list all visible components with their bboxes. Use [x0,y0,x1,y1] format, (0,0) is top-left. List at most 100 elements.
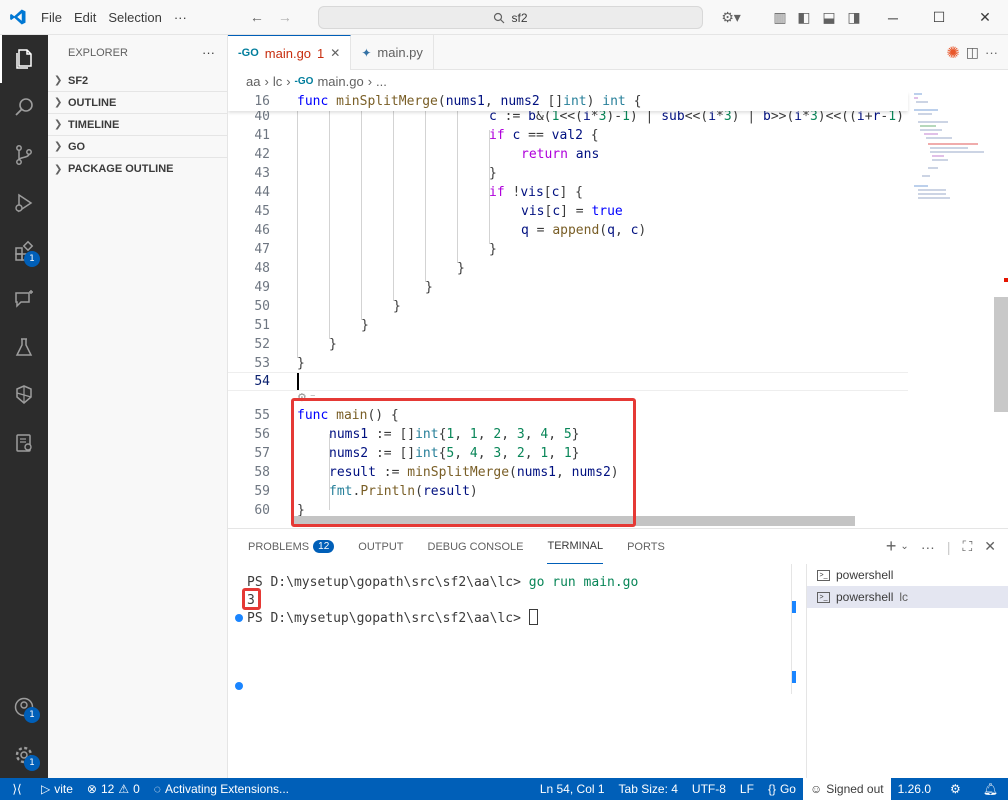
maximize-button[interactable]: ☐ [916,0,962,35]
minimap[interactable] [908,92,994,528]
section-go[interactable]: ❯ GO [48,136,227,158]
forward-arrow-icon[interactable]: → [271,0,299,35]
code-text: return ans [521,147,600,162]
tab-problems[interactable]: PROBLEMS 12 [248,529,335,564]
close-panel-icon[interactable]: ✕ [984,538,996,555]
containers-icon[interactable] [0,419,48,467]
search-icon[interactable] [0,83,48,131]
section-timeline[interactable]: ❯ TIMELINE [48,114,227,136]
breadcrumb-item[interactable]: lc [273,74,282,89]
sidebar-more-button[interactable]: ··· [202,45,215,60]
code-editor[interactable]: 16 func minSplitMerge(nums1, nums2 []int… [228,92,1008,528]
terminal-scrollbar[interactable] [791,564,796,694]
tab-main-go[interactable]: -GO main.go 1 ✕ [228,35,352,70]
chevron-right-icon: ❯ [54,163,63,175]
extensions-icon[interactable]: 1 [0,227,48,275]
toggle-primary-sidebar-icon[interactable]: ◧ [790,0,818,35]
tab-terminal[interactable]: TERMINAL [547,529,604,564]
remote-explorer-icon[interactable] [0,371,48,419]
status-problems[interactable]: ⊗ 12 ⚠ 0 [80,778,147,800]
code-line: 51} [228,316,908,335]
settings-gear-icon[interactable]: 1 [0,731,48,779]
status-go-version[interactable]: 1.26.0 [891,778,938,800]
copilot-icon[interactable]: ⚙▾ [714,0,748,35]
chevron-right-icon: ❯ [54,97,63,108]
split-editor-icon[interactable]: ◫ [966,44,979,61]
section-package-outline[interactable]: ❯ PACKAGE OUTLINE [48,158,227,180]
status-language[interactable]: {} Go [761,778,803,800]
terminal-name: powershell [836,590,894,604]
command-center-search[interactable]: sf2 [318,6,703,29]
remote-indicator-icon[interactable]: ⟩⟨ [0,778,34,800]
play-icon: ▷ [41,782,51,796]
terminal-icon: >_ [817,591,830,603]
code-text: } [393,299,401,314]
breadcrumb-item[interactable]: aa [246,74,260,89]
status-encoding[interactable]: UTF-8 [685,778,733,800]
annotation-highlight-box [242,588,261,610]
code-line: 50} [228,297,908,316]
chat-icon[interactable] [0,275,48,323]
line-number: 59 [254,484,270,499]
line-number: 52 [254,337,270,352]
go-file-icon: -GO [294,75,314,87]
code-line: 52} [228,335,908,354]
minimize-button[interactable]: ─ [870,0,916,35]
status-cursor-position[interactable]: Ln 54, Col 1 [533,778,612,800]
terminal-list-item[interactable]: >_ powershell lc [807,586,1008,608]
run-debug-icon[interactable] [0,179,48,227]
editor-vertical-scrollbar[interactable] [994,297,1008,412]
section-sf2[interactable]: ❯ SF2 [48,70,227,92]
menu-file[interactable]: File [35,0,68,35]
breadcrumb-item[interactable]: main.go [317,74,363,89]
code-line: 49} [228,278,908,297]
status-tab-size[interactable]: Tab Size: 4 [612,778,685,800]
maximize-panel-icon[interactable]: ⛶ [962,538,972,555]
tab-debug-console[interactable]: DEBUG CONSOLE [428,529,524,564]
copilot-sparkle-icon[interactable]: ✺ [946,43,959,63]
tab-label: main.py [377,45,423,60]
problems-count-badge: 12 [313,540,335,553]
tab-close-icon[interactable]: ✕ [330,46,340,60]
chevron-right-icon: ❯ [54,75,63,86]
error-icon: ⊗ [86,782,97,796]
menu-selection[interactable]: Selection [102,0,167,35]
status-account[interactable]: ☺ Signed out [802,778,891,800]
bottom-panel: PROBLEMS 12 OUTPUT DEBUG CONSOLE TERMINAL… [228,528,1008,779]
testing-flask-icon[interactable] [0,323,48,371]
terminal-output[interactable]: PS D:\mysetup\gopath\src\sf2\aa\lc> go r… [228,564,806,779]
explorer-icon[interactable] [0,35,48,83]
toggle-panel-icon[interactable]: ⬓ [815,0,843,35]
more-actions-icon[interactable]: ··· [921,539,935,555]
tab-main-py[interactable]: ✦ main.py [351,35,434,70]
section-outline[interactable]: ❯ OUTLINE [48,92,227,114]
terminal-cursor [528,609,538,625]
breadcrumb-item[interactable]: ... [376,74,387,89]
tab-ports[interactable]: PORTS [627,529,665,564]
line-number: 58 [254,465,270,480]
status-vite[interactable]: ▷ vite [34,778,80,800]
menu-more[interactable]: ··· [168,0,193,35]
tab-problem-count: 1 [317,45,325,61]
more-actions-icon[interactable]: ··· [985,45,998,60]
source-control-icon[interactable] [0,131,48,179]
close-window-button[interactable]: ✕ [962,0,1008,35]
warning-count: 0 [133,782,140,796]
notifications-bell-icon[interactable]: 🔔︎ [973,778,1008,800]
code-text: func minSplitMerge(nums1, nums2 []int) i… [297,94,642,109]
toggle-secondary-sidebar-icon[interactable]: ◨ [840,0,868,35]
new-terminal-plus-icon[interactable]: + [886,536,897,557]
status-eol[interactable]: LF [733,778,761,800]
sticky-scroll-line[interactable]: 16 func minSplitMerge(nums1, nums2 []int… [228,92,908,111]
menu-edit[interactable]: Edit [68,0,102,35]
accounts-icon[interactable]: 1 [0,683,48,731]
terminal-list-item[interactable]: >_ powershell [807,564,1008,586]
status-gopls-icon[interactable]: ⚙ [938,778,973,800]
line-number: 57 [254,446,270,461]
code-text: } [297,356,305,371]
status-activity[interactable]: ◌ Activating Extensions... [147,778,296,800]
back-arrow-icon[interactable]: ← [243,0,271,35]
chevron-down-icon[interactable]: ⌄ [900,541,908,552]
tab-output[interactable]: OUTPUT [358,529,403,564]
sidebar-header: EXPLORER ··· [48,35,227,70]
